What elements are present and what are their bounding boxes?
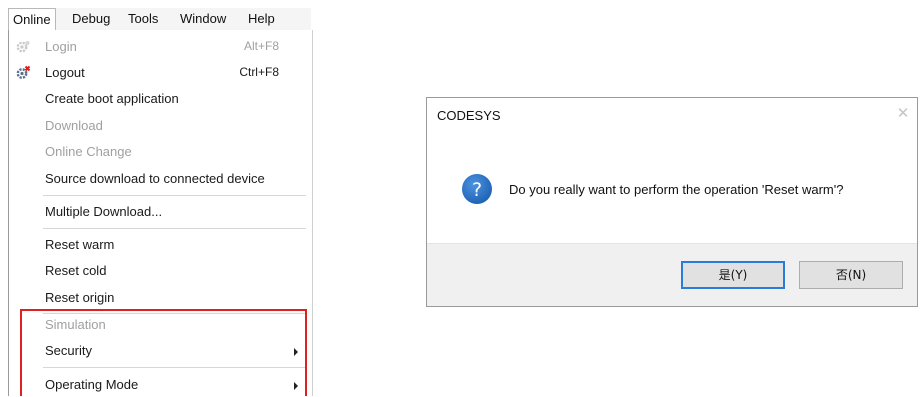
menu-item-login[interactable]: Login Alt+F8 — [9, 35, 312, 59]
menu-debug[interactable]: Debug — [68, 10, 114, 28]
confirm-dialog: CODESYS ✕ ? Do you really want to perfor… — [426, 97, 918, 307]
menu-bar: Online Debug Tools Window Help — [8, 8, 311, 31]
dialog-title: CODESYS — [437, 108, 501, 123]
menu-item-label: Multiple Download... — [45, 204, 163, 219]
menu-item-source-download[interactable]: Source download to connected device — [9, 167, 312, 191]
menu-item-online-change[interactable]: Online Change — [9, 140, 312, 164]
menu-item-download[interactable]: Download — [9, 114, 312, 138]
yes-button[interactable]: 是(Y) — [681, 261, 785, 289]
menu-tools[interactable]: Tools — [124, 10, 162, 28]
menu-item-label: Source download to connected device — [45, 171, 265, 186]
menu-window[interactable]: Window — [176, 10, 230, 28]
menu-item-logout[interactable]: Logout Ctrl+F8 — [9, 61, 312, 85]
menu-help[interactable]: Help — [244, 10, 279, 28]
close-icon[interactable]: ✕ — [895, 106, 911, 122]
menu-item-label: Login — [45, 39, 77, 54]
no-button[interactable]: 否(N) — [799, 261, 903, 289]
menu-separator — [43, 228, 306, 229]
menu-item-label: Reset origin — [45, 290, 115, 305]
highlight-annotation-box — [20, 309, 307, 396]
menu-item-multiple-download[interactable]: Multiple Download... — [9, 200, 312, 224]
menu-item-label: Online Change — [45, 144, 132, 159]
menu-item-label: Reset warm — [45, 237, 115, 252]
menu-item-label: Logout — [45, 65, 85, 80]
dialog-button-bar: 是(Y) 否(N) — [427, 243, 917, 306]
menu-shortcut: Ctrl+F8 — [239, 65, 279, 79]
menu-item-label: Create boot application — [45, 91, 179, 106]
menu-item-create-boot-application[interactable]: Create boot application — [9, 87, 312, 111]
menu-item-label: Download — [45, 118, 103, 133]
menu-item-reset-cold[interactable]: Reset cold — [9, 259, 312, 283]
menu-separator — [43, 195, 306, 196]
dialog-message: Do you really want to perform the operat… — [509, 182, 844, 197]
menu-item-reset-origin[interactable]: Reset origin — [9, 286, 312, 310]
svg-text:?: ? — [472, 179, 482, 201]
login-gear-icon — [15, 39, 31, 55]
menu-item-reset-warm[interactable]: Reset warm — [9, 233, 312, 257]
menu-online[interactable]: Online — [8, 8, 56, 31]
question-icon: ? — [461, 173, 493, 205]
menu-shortcut: Alt+F8 — [243, 39, 279, 53]
logout-gear-icon — [15, 65, 31, 81]
menu-item-label: Reset cold — [45, 263, 107, 278]
